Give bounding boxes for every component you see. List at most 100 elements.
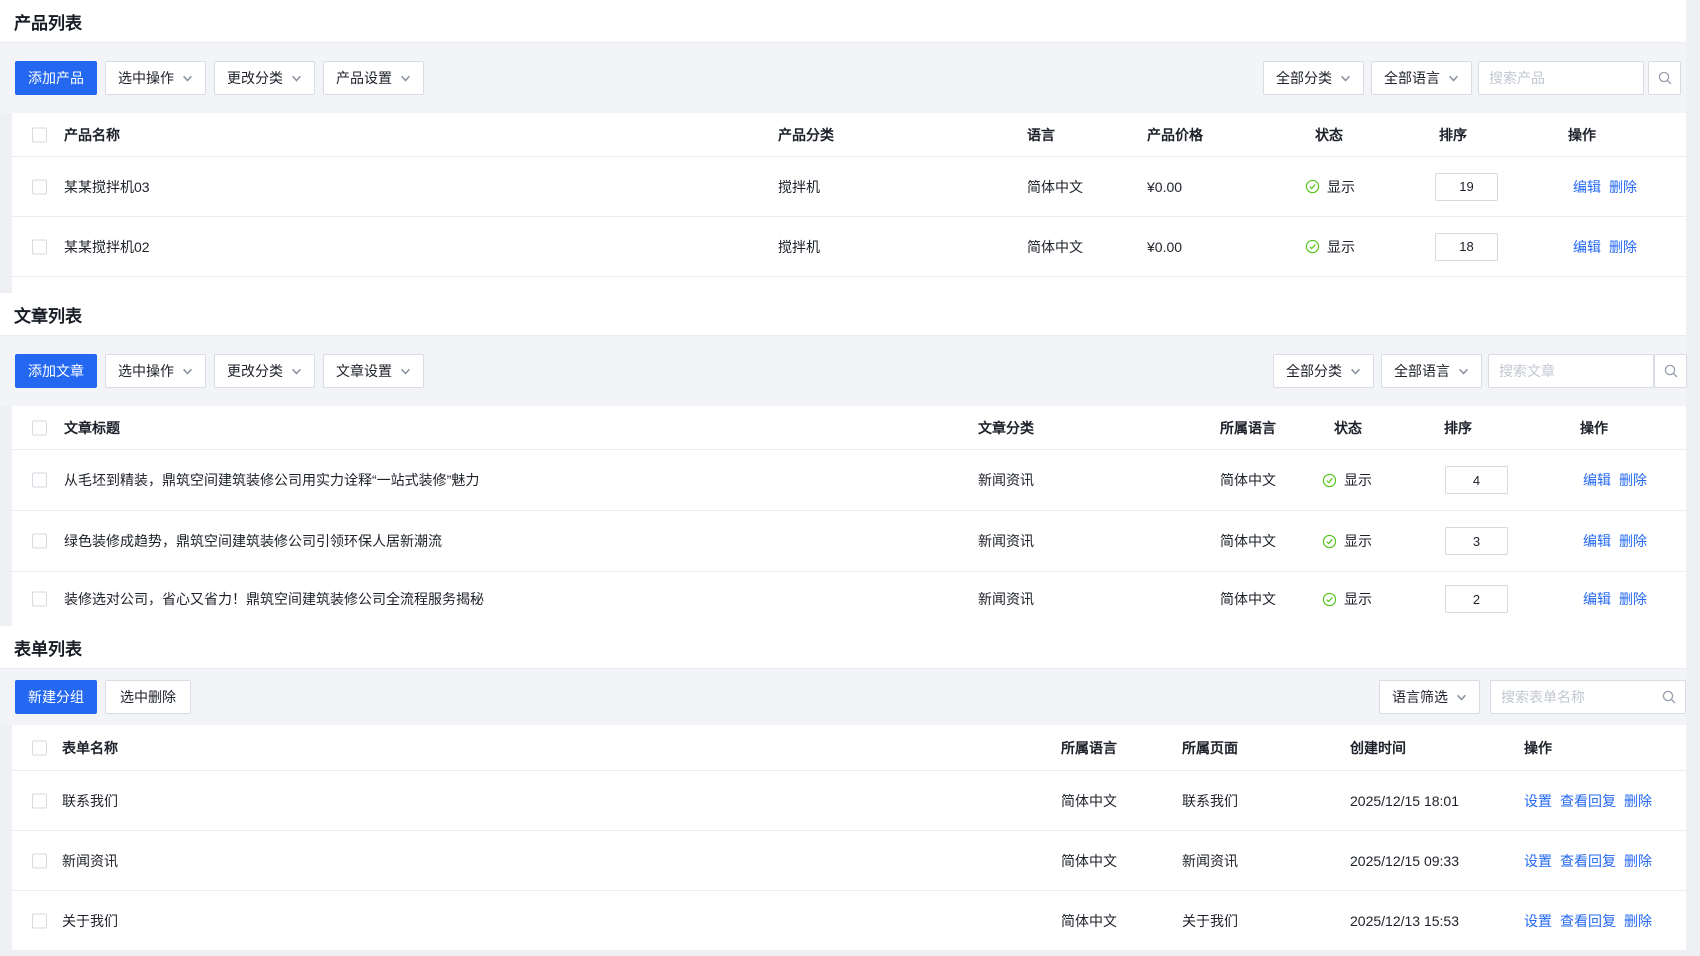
edit-link[interactable]: 编辑 (1573, 237, 1601, 257)
product-select-all-checkbox[interactable] (32, 127, 47, 142)
article-language-filter-dropdown[interactable]: 全部语言 (1381, 354, 1482, 388)
status-badge: 显示 (1322, 589, 1372, 609)
row-actions: 编辑 删除 (1573, 177, 1637, 197)
article-title-bar: 文章列表 (0, 293, 1686, 336)
row-checkbox[interactable] (32, 179, 47, 194)
article-title: 装修选对公司，省心又省力！鼎筑空间建筑装修公司全流程服务揭秘 (64, 589, 484, 609)
row-checkbox[interactable] (32, 592, 47, 607)
article-bulk-action-dropdown[interactable]: 选中操作 (105, 354, 206, 388)
product-header-language: 语言 (1027, 125, 1055, 145)
article-header-category: 文章分类 (978, 418, 1034, 438)
row-actions: 编辑 删除 (1583, 589, 1647, 609)
settings-link[interactable]: 设置 (1524, 791, 1552, 811)
search-icon[interactable] (1661, 689, 1677, 705)
sort-input[interactable] (1435, 233, 1498, 261)
article-settings-dropdown[interactable]: 文章设置 (323, 354, 424, 388)
status-label: 显示 (1344, 470, 1372, 490)
chevron-down-icon (1456, 692, 1467, 703)
form-header-actions: 操作 (1524, 738, 1552, 758)
product-settings-dropdown[interactable]: 产品设置 (323, 61, 424, 95)
settings-link[interactable]: 设置 (1524, 851, 1552, 871)
product-language-filter-dropdown[interactable]: 全部语言 (1371, 61, 1472, 95)
article-page-title: 文章列表 (14, 302, 82, 327)
row-checkbox[interactable] (32, 534, 47, 549)
view-replies-link[interactable]: 查看回复 (1560, 851, 1616, 871)
row-actions: 编辑 删除 (1583, 470, 1647, 490)
article-language-filter-label: 全部语言 (1394, 361, 1450, 381)
article-category: 新闻资讯 (978, 470, 1034, 490)
form-section: 表单列表 新建分组 选中删除 语言筛选 表单名称 所属语言 所属页面 创建 (0, 626, 1686, 951)
form-row: 关于我们 简体中文 关于我们 2025/12/13 15:53 设置 查看回复 … (12, 891, 1686, 951)
row-checkbox[interactable] (32, 853, 47, 868)
edit-link[interactable]: 编辑 (1583, 470, 1611, 490)
delete-selected-button[interactable]: 选中删除 (105, 680, 191, 714)
article-row: 从毛坯到精装，鼎筑空间建筑装修公司用实力诠释“一站式装修”魅力 新闻资讯 简体中… (12, 450, 1686, 511)
article-row: 装修选对公司，省心又省力！鼎筑空间建筑装修公司全流程服务揭秘 新闻资讯 简体中文… (12, 572, 1686, 626)
add-product-button[interactable]: 添加产品 (15, 61, 97, 95)
check-circle-icon (1305, 179, 1320, 194)
sort-input[interactable] (1445, 527, 1508, 555)
form-header-language: 所属语言 (1061, 738, 1117, 758)
delete-link[interactable]: 删除 (1609, 237, 1637, 257)
row-actions: 编辑 删除 (1583, 531, 1647, 551)
article-header-title: 文章标题 (64, 418, 120, 438)
product-search-input[interactable] (1478, 61, 1644, 95)
page: 产品列表 添加产品 选中操作 更改分类 产品设置 全部分类 (0, 0, 1686, 951)
edit-link[interactable]: 编辑 (1573, 177, 1601, 197)
product-search-button[interactable] (1648, 61, 1681, 95)
form-language-filter-dropdown[interactable]: 语言筛选 (1379, 680, 1480, 714)
product-settings-label: 产品设置 (336, 68, 392, 88)
chevron-down-icon (182, 366, 193, 377)
delete-link[interactable]: 删除 (1624, 791, 1652, 811)
edit-link[interactable]: 编辑 (1583, 589, 1611, 609)
form-select-all-checkbox[interactable] (32, 740, 47, 755)
row-checkbox[interactable] (32, 239, 47, 254)
product-name: 某某搅拌机03 (64, 177, 150, 197)
article-title: 从毛坯到精装，鼎筑空间建筑装修公司用实力诠释“一站式装修”魅力 (64, 470, 479, 490)
delete-link[interactable]: 删除 (1624, 851, 1652, 871)
delete-link[interactable]: 删除 (1619, 470, 1647, 490)
sort-input[interactable] (1435, 173, 1498, 201)
product-toolbar: 添加产品 选中操作 更改分类 产品设置 全部分类 全部语言 (0, 43, 1686, 113)
row-actions: 设置 查看回复 删除 (1524, 791, 1652, 811)
product-language: 简体中文 (1027, 237, 1083, 257)
product-row: 某某搅拌机02 搅拌机 简体中文 ¥0.00 显示 编辑 删除 (12, 217, 1686, 277)
product-section: 产品列表 添加产品 选中操作 更改分类 产品设置 全部分类 (0, 0, 1686, 293)
article-search-button[interactable] (1654, 354, 1687, 388)
row-checkbox[interactable] (32, 793, 47, 808)
form-title-bar: 表单列表 (0, 626, 1686, 669)
row-checkbox[interactable] (32, 913, 47, 928)
form-search-input[interactable] (1490, 680, 1686, 714)
row-checkbox[interactable] (32, 473, 47, 488)
sort-input[interactable] (1445, 585, 1508, 613)
article-select-all-checkbox[interactable] (32, 420, 47, 435)
view-replies-link[interactable]: 查看回复 (1560, 791, 1616, 811)
product-change-category-dropdown[interactable]: 更改分类 (214, 61, 315, 95)
product-price: ¥0.00 (1147, 179, 1182, 195)
product-price: ¥0.00 (1147, 239, 1182, 255)
chevron-down-icon (1350, 366, 1361, 377)
article-change-category-dropdown[interactable]: 更改分类 (214, 354, 315, 388)
sort-input[interactable] (1445, 466, 1508, 494)
form-created-time: 2025/12/15 09:33 (1350, 853, 1459, 869)
form-language: 简体中文 (1061, 911, 1117, 931)
view-replies-link[interactable]: 查看回复 (1560, 911, 1616, 931)
settings-link[interactable]: 设置 (1524, 911, 1552, 931)
new-group-button[interactable]: 新建分组 (15, 680, 97, 714)
product-header-price: 产品价格 (1147, 125, 1203, 145)
row-actions: 设置 查看回复 删除 (1524, 851, 1652, 871)
article-category-filter-dropdown[interactable]: 全部分类 (1273, 354, 1374, 388)
delete-link[interactable]: 删除 (1609, 177, 1637, 197)
delete-link[interactable]: 删除 (1619, 589, 1647, 609)
product-category-filter-dropdown[interactable]: 全部分类 (1263, 61, 1364, 95)
article-search-input[interactable] (1488, 354, 1654, 388)
status-badge: 显示 (1305, 177, 1355, 197)
product-bulk-action-label: 选中操作 (118, 68, 174, 88)
product-name: 某某搅拌机02 (64, 237, 150, 257)
add-article-button[interactable]: 添加文章 (15, 354, 97, 388)
status-label: 显示 (1344, 589, 1372, 609)
delete-link[interactable]: 删除 (1624, 911, 1652, 931)
product-bulk-action-dropdown[interactable]: 选中操作 (105, 61, 206, 95)
edit-link[interactable]: 编辑 (1583, 531, 1611, 551)
delete-link[interactable]: 删除 (1619, 531, 1647, 551)
